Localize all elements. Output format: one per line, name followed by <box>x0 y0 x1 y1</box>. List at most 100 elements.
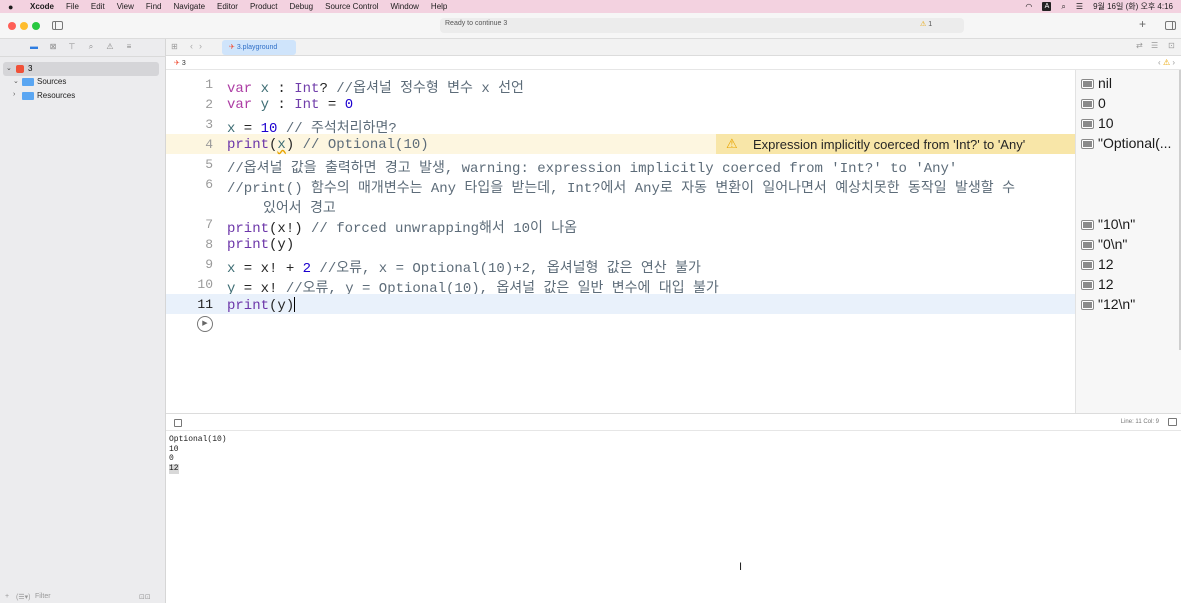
result-item[interactable]: 0 <box>1081 95 1106 115</box>
tree-item-project[interactable]: ⌄ 3 <box>3 62 159 76</box>
menu-app-xcode[interactable]: Xcode <box>30 2 54 11</box>
menu-window[interactable]: Window <box>390 2 418 11</box>
quick-look-icon[interactable] <box>1081 119 1094 129</box>
folder-navigator-icon[interactable]: ▬ <box>28 42 40 52</box>
filter-options-icon[interactable]: (☰▾) <box>16 593 30 601</box>
line-number: 8 <box>205 237 213 252</box>
menu-extras: ◠ A ⌕ ☰ 9월 16일 (화) 오후 4:16 <box>1025 0 1173 13</box>
back-forward-icon[interactable]: ‹› <box>190 41 208 51</box>
code-line-current[interactable]: 11 print(y) <box>166 294 1076 314</box>
menu-editor[interactable]: Editor <box>217 2 238 11</box>
code-line[interactable]: 1 var x : Int? //옵셔널 정수형 변수 x 선언 <box>166 74 1076 97</box>
symbol-navigator-icon[interactable]: ⊤ <box>66 42 78 52</box>
chevron-down-icon[interactable]: ⌄ <box>6 64 12 72</box>
inline-warning-banner[interactable]: ⚠ Expression implicitly coerced from 'In… <box>716 134 1076 154</box>
quick-look-icon[interactable] <box>1081 139 1094 149</box>
filter-scope-icon[interactable]: ⊡⊡ <box>139 593 151 601</box>
code-text: var y : Int = 0 <box>227 97 354 113</box>
find-navigator-icon[interactable]: ⌕ <box>85 42 97 52</box>
debug-console[interactable]: Optional(10) 10 0 12 I <box>166 432 1181 603</box>
quick-look-icon[interactable] <box>1081 300 1094 310</box>
code-line[interactable]: 10 y = x! //오류, y = Optional(10), 옵셔널 값은… <box>166 274 1076 297</box>
code-line[interactable]: 9 x = x! + 2 //오류, x = Optional(10)+2, 옵… <box>166 254 1076 277</box>
breadcrumb-label: 3 <box>181 60 186 67</box>
code-text: print(y) <box>227 237 295 253</box>
add-library-icon[interactable]: + <box>1139 17 1146 31</box>
add-editor-icon[interactable]: ⊡ <box>1168 41 1175 50</box>
close-window-button[interactable] <box>8 22 16 30</box>
code-line[interactable]: 7 print(x!) // forced unwrapping해서 10이 나… <box>166 214 1076 237</box>
result-item[interactable]: "Optional(... <box>1081 135 1171 155</box>
code-text: print(y) <box>227 297 296 314</box>
code-line[interactable]: 6 //print() 함수의 매개변수는 Any 타입을 받는데, Int?에… <box>166 174 1076 217</box>
code-line[interactable]: 8 print(y) <box>166 234 1076 254</box>
result-item[interactable]: 12 <box>1081 256 1114 276</box>
console-panel-icon[interactable] <box>1168 418 1177 426</box>
code-line[interactable]: 5 //옵셔널 값을 출력하면 경고 발생, warning: expressi… <box>166 154 1076 177</box>
breadcrumb[interactable]: ✈ 3 <box>174 59 186 67</box>
tree-item-label: 3 <box>28 64 33 73</box>
menu-source-control[interactable]: Source Control <box>325 2 378 11</box>
tree-item-label: Resources <box>37 91 76 100</box>
result-item[interactable]: 10 <box>1081 115 1114 135</box>
menu-help[interactable]: Help <box>431 2 447 11</box>
minimize-window-button[interactable] <box>20 22 28 30</box>
cursor-position: Line: 11 Col: 9 <box>1120 419 1159 425</box>
input-source-icon[interactable]: A <box>1042 2 1052 11</box>
issue-navigator-icon[interactable]: ⚠ <box>104 42 116 52</box>
source-control-navigator-icon[interactable]: ⊠ <box>47 42 59 52</box>
chevron-right-icon[interactable]: › <box>13 91 15 98</box>
add-file-icon[interactable]: + <box>5 593 9 600</box>
result-item[interactable]: nil <box>1081 75 1112 95</box>
menu-bar: ● Xcode File Edit View Find Navigate Edi… <box>0 0 1181 13</box>
folder-icon <box>22 78 34 86</box>
window-toolbar: Ready to continue 3 ⚠ 1 + <box>0 13 1181 39</box>
result-item[interactable]: 12 <box>1081 276 1114 296</box>
code-line[interactable]: 2 var y : Int = 0 <box>166 94 1076 114</box>
debug-bar: Line: 11 Col: 9 <box>166 413 1181 431</box>
run-playground-button[interactable]: ▶ <box>197 316 213 332</box>
code-line[interactable]: 3 x = 10 // 주석처리하면? <box>166 114 1076 137</box>
editor-options-icon[interactable]: ☰ <box>1151 41 1158 50</box>
code-text: print(x) // Optional(10) <box>227 137 429 153</box>
quick-look-icon[interactable] <box>1081 240 1094 250</box>
text-caret <box>294 297 296 312</box>
navigator-toggle-icon[interactable] <box>52 21 63 30</box>
control-center-icon[interactable]: ☰ <box>1076 2 1083 11</box>
code-line-warning[interactable]: 4 print(x) // Optional(10) ⚠ Expression … <box>166 134 1076 154</box>
menu-debug[interactable]: Debug <box>290 2 314 11</box>
menu-find[interactable]: Find <box>146 2 162 11</box>
tab-playground[interactable]: ✈ 3.playground <box>222 40 296 55</box>
result-item[interactable]: "12\n" <box>1081 296 1135 316</box>
toolbar-warning-indicator[interactable]: ⚠ 1 <box>920 20 932 28</box>
chevron-down-icon[interactable]: ⌄ <box>13 77 19 85</box>
apple-icon[interactable]: ● <box>8 2 20 12</box>
issue-stepper[interactable]: ‹ ⚠ › <box>1158 58 1175 67</box>
result-item[interactable]: "0\n" <box>1081 236 1127 256</box>
quick-look-icon[interactable] <box>1081 99 1094 109</box>
inspector-toggle-icon[interactable] <box>1165 21 1176 30</box>
split-editor-icon[interactable]: ⇄ <box>1136 41 1143 50</box>
menu-view[interactable]: View <box>117 2 134 11</box>
result-item[interactable]: "10\n" <box>1081 216 1135 236</box>
swift-playground-icon <box>16 65 24 73</box>
menu-edit[interactable]: Edit <box>91 2 105 11</box>
related-items-icon[interactable]: ⊞ <box>171 42 178 51</box>
code-text: //print() 함수의 매개변수는 Any 타입을 받는데, Int?에서 … <box>227 181 1015 197</box>
warning-count: 1 <box>928 21 933 28</box>
hide-debug-area-checkbox[interactable] <box>174 419 182 427</box>
source-editor[interactable]: 1 var x : Int? //옵셔널 정수형 변수 x 선언 2 var y… <box>166 70 1076 413</box>
menu-file[interactable]: File <box>66 2 79 11</box>
menu-navigate[interactable]: Navigate <box>173 2 205 11</box>
menu-product[interactable]: Product <box>250 2 278 11</box>
quick-look-icon[interactable] <box>1081 260 1094 270</box>
spotlight-search-icon[interactable]: ⌕ <box>1061 2 1065 12</box>
zoom-window-button[interactable] <box>32 22 40 30</box>
filter-input[interactable]: Filter <box>35 593 51 600</box>
quick-look-icon[interactable] <box>1081 79 1094 89</box>
menu-clock[interactable]: 9월 16일 (화) 오후 4:16 <box>1093 1 1173 12</box>
quick-look-icon[interactable] <box>1081 220 1094 230</box>
report-navigator-icon[interactable]: ≡ <box>123 42 135 52</box>
wifi-icon[interactable]: ◠ <box>1025 2 1032 11</box>
quick-look-icon[interactable] <box>1081 280 1094 290</box>
